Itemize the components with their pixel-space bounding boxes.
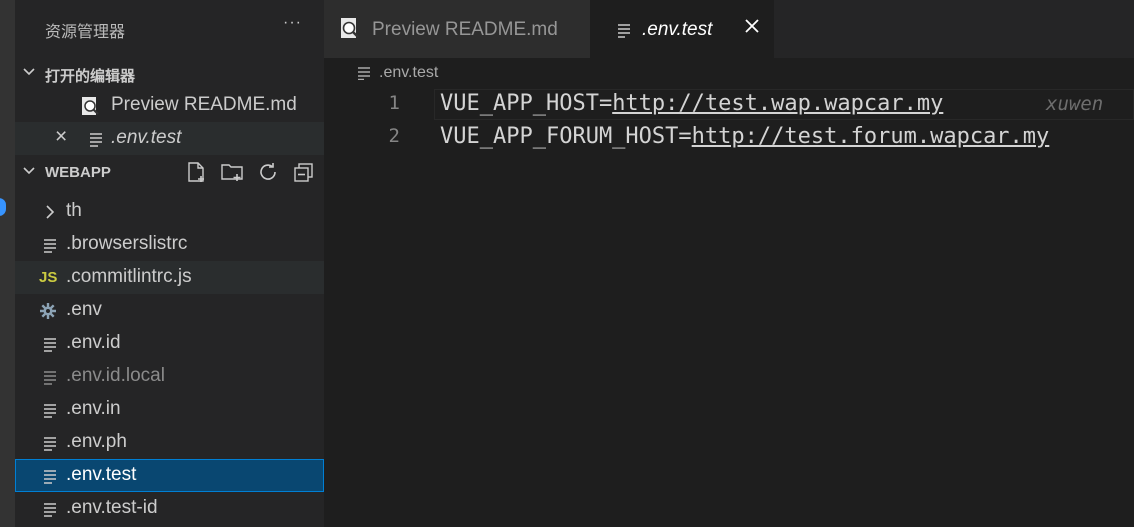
preview-icon [341, 18, 359, 38]
tree-item-label: .env.test [66, 464, 137, 485]
code-line: 2 VUE_APP_FORUM_HOST=http://test.forum.w… [324, 121, 1134, 154]
tab-label: .env.test [642, 19, 713, 40]
open-editor-label: Preview README.md [111, 94, 297, 115]
tree-item-file[interactable]: JS .commitlintrc.js [15, 261, 324, 294]
git-blame-annotation: xuwen [1046, 93, 1104, 115]
new-file-icon[interactable] [184, 160, 208, 184]
code-text: VUE_APP_HOST=http://test.wap.wapcar.my [440, 91, 943, 116]
env-value-link[interactable]: http://test.wap.wapcar.my [612, 91, 943, 116]
tree-item-folder[interactable]: th [15, 195, 324, 228]
file-lines-icon [44, 338, 56, 352]
tree-item-file[interactable]: .env [15, 294, 324, 327]
tree-item-label: .env.id.local [66, 365, 165, 386]
tree-item-label: .commitlintrc.js [66, 266, 192, 287]
new-folder-icon[interactable] [220, 160, 244, 184]
tree-item-file[interactable]: .env.ph [15, 426, 324, 459]
breadcrumb-item: .env.test [379, 64, 439, 81]
env-key: VUE_APP_HOST= [440, 91, 613, 116]
activity-bar [0, 0, 15, 527]
tree-item-label: .env.in [66, 398, 121, 419]
tree-item-file-selected[interactable]: .env.test [15, 459, 324, 492]
code-text: VUE_APP_FORUM_HOST=http://test.forum.wap… [440, 124, 1049, 149]
chevron-right-icon [46, 205, 55, 219]
tree-item-file[interactable]: .env.id.local [15, 360, 324, 393]
tab-label: Preview README.md [372, 19, 558, 40]
tab-env-test[interactable]: .env.test [590, 0, 774, 58]
tab-preview-readme[interactable]: Preview README.md [324, 0, 590, 58]
workspace-actions [184, 160, 316, 184]
js-file-icon: JS [39, 269, 58, 286]
tree-item-label: .env.id [66, 332, 121, 353]
tree-item-file[interactable]: .env.in [15, 393, 324, 426]
tree-item-label: th [66, 200, 82, 221]
line-number: 2 [388, 125, 400, 147]
open-editors-label: 打开的编辑器 [45, 68, 136, 85]
workspace-label: WEBAPP [45, 164, 111, 181]
tree-item-label: .env.ph [66, 431, 127, 452]
tree-item-label: .env.test-id [66, 497, 158, 518]
gear-icon [40, 303, 56, 319]
explorer-title: 资源管理器 [45, 24, 126, 41]
activity-badge [0, 198, 6, 216]
tree-item-label: .browserslistrc [66, 233, 188, 254]
file-lines-icon [44, 503, 56, 517]
line-number: 1 [388, 92, 400, 114]
refresh-icon[interactable] [256, 160, 280, 184]
chevron-down-icon [23, 167, 35, 175]
file-lines-icon [44, 470, 56, 484]
open-editor-item-preview[interactable]: Preview README.md [15, 89, 324, 122]
tree-item-label: .env [66, 299, 102, 320]
workspace-header[interactable]: WEBAPP [15, 156, 324, 189]
file-lines-icon [44, 404, 56, 418]
open-editors-header[interactable]: 打开的编辑器 [15, 57, 324, 90]
tree-item-file[interactable]: .env.test-id [15, 492, 324, 525]
breadcrumb[interactable]: .env.test [357, 64, 438, 82]
code-editor[interactable]: 1 VUE_APP_HOST=http://test.wap.wapcar.my… [324, 88, 1134, 527]
code-line: 1 VUE_APP_HOST=http://test.wap.wapcar.my… [324, 88, 1134, 121]
tree-item-file[interactable]: .env.id [15, 327, 324, 360]
collapse-all-icon[interactable] [292, 160, 316, 184]
close-icon[interactable] [742, 16, 762, 36]
tree-item-file[interactable]: .browserslistrc [15, 228, 324, 261]
explorer-sidebar: 资源管理器 ··· 打开的编辑器 Preview README.md × .en… [15, 0, 324, 527]
file-lines-icon [44, 371, 56, 385]
editor-tab-bar: Preview README.md .env.test [324, 0, 1134, 58]
chevron-down-icon [23, 68, 35, 76]
file-lines-icon [44, 239, 56, 253]
preview-icon [82, 97, 99, 115]
file-lines-icon [44, 437, 56, 451]
open-editor-label: .env.test [111, 127, 182, 148]
env-key: VUE_APP_FORUM_HOST= [440, 124, 692, 149]
file-lines-icon [618, 24, 630, 38]
more-actions-button[interactable]: ··· [283, 14, 302, 32]
close-icon[interactable]: × [55, 125, 67, 149]
file-lines-icon [90, 133, 102, 147]
open-editor-item-env-test[interactable]: × .env.test [15, 122, 324, 155]
file-lines-icon [358, 67, 370, 80]
env-value-link[interactable]: http://test.forum.wapcar.my [692, 124, 1050, 149]
